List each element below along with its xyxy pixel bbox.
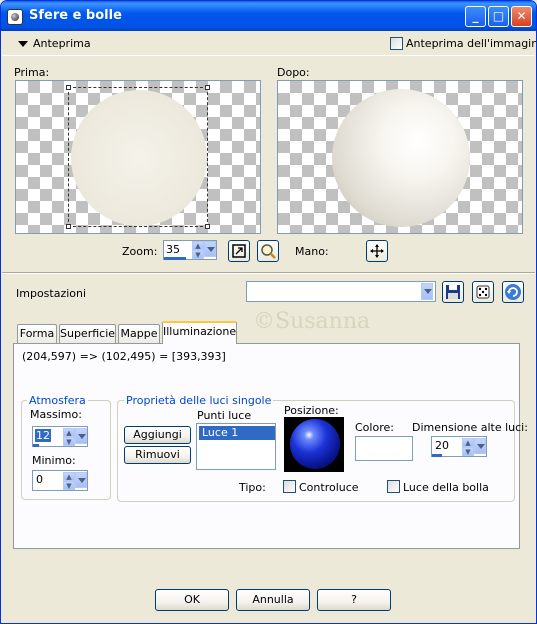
pan-button[interactable] [366, 240, 388, 262]
preview-header[interactable]: Anteprima Anteprima dell'immagine [2, 32, 537, 56]
highlight-spin-down[interactable]: ▼ [462, 447, 474, 456]
window-title: Sfere e bolle [29, 8, 122, 23]
ambient-group-title: Atmosfera [27, 394, 88, 407]
type-label: Tipo: [239, 481, 266, 494]
bubble-light-label: Luce della bolla [403, 481, 489, 494]
max-spin-down[interactable]: ▼ [63, 437, 75, 446]
settings-label: Impostazioni [16, 287, 87, 300]
selection-rectangle[interactable] [66, 85, 210, 229]
min-spin-down[interactable]: ▼ [63, 481, 75, 490]
tab-mappe[interactable]: Mappe [118, 324, 160, 343]
image-preview-checkbox-label: Anteprima dell'immagine [406, 37, 537, 50]
zoom-dropdown-button[interactable] [204, 241, 216, 257]
ok-button[interactable]: OK [155, 589, 229, 611]
tab-forma[interactable]: Forma [17, 324, 57, 343]
pan-label: Mano: [295, 245, 329, 258]
sphere-bubble-dialog: Sfere e bolle _ □ ✕ Anteprima Anteprima … [0, 0, 537, 624]
single-lights-group-title: Proprietà delle luci singole [124, 394, 274, 407]
title-bar[interactable]: Sfere e bolle _ □ ✕ [1, 1, 536, 31]
dice-icon [476, 285, 490, 299]
after-label: Dopo: [277, 66, 310, 79]
move-icon [370, 244, 384, 258]
max-value[interactable]: 12 [35, 429, 51, 442]
highlight-dropdown-button[interactable] [474, 438, 486, 454]
light-position-preview[interactable] [284, 417, 344, 472]
divider [2, 273, 535, 274]
reset-icon [505, 284, 521, 300]
help-button[interactable]: ? [317, 589, 391, 611]
remove-light-button[interactable]: Rimuovi [124, 446, 191, 464]
list-item[interactable]: Luce 1 [199, 426, 275, 440]
min-value[interactable]: 0 [36, 473, 43, 486]
magnifier-icon [261, 244, 276, 259]
light-points-list[interactable]: Luce 1 [196, 423, 276, 470]
color-label: Colore: [355, 421, 394, 434]
backlight-label: Controluce [299, 481, 359, 494]
preset-select[interactable] [246, 281, 436, 302]
highlight-spin-up[interactable]: ▲ [462, 438, 474, 447]
zoom-label: Zoom: [122, 245, 158, 258]
max-dropdown-button[interactable] [75, 428, 87, 444]
maximize-button[interactable]: □ [488, 6, 509, 27]
coordinates-text: (204,597) => (102,495) = [393,393] [22, 350, 226, 363]
preview-header-label: Anteprima [33, 37, 91, 50]
highlight-slider-bar[interactable] [432, 454, 442, 457]
zoom-value[interactable]: 35 [166, 243, 180, 256]
save-preset-button[interactable] [442, 281, 464, 303]
selection-handle[interactable] [66, 85, 71, 90]
max-label: Massimo: [30, 408, 82, 421]
zoom-spin-up[interactable]: ▲ [192, 241, 204, 250]
cancel-button[interactable]: Annulla [236, 589, 310, 611]
before-label: Prima: [14, 66, 50, 79]
position-label: Posizione: [284, 404, 339, 417]
max-slider-bar[interactable] [33, 444, 39, 447]
tab-illuminazione[interactable]: Illuminazione [162, 321, 237, 344]
minimize-button[interactable]: _ [465, 6, 486, 27]
tab-superficie[interactable]: Superficie [59, 324, 116, 343]
image-preview-checkbox[interactable] [390, 37, 403, 50]
preset-dropdown-button[interactable] [421, 283, 433, 300]
before-preview[interactable] [15, 80, 261, 234]
highlight-size-label: Dimensione alte luci: [412, 421, 528, 434]
light-color-swatch[interactable] [355, 436, 413, 461]
light-points-label: Punti luce [197, 409, 252, 422]
backlight-checkbox[interactable] [283, 480, 296, 493]
reset-button[interactable] [502, 281, 524, 303]
bubble-light-checkbox[interactable] [387, 480, 400, 493]
after-preview[interactable] [277, 80, 523, 234]
zoom-fit-icon [232, 244, 246, 258]
chevron-down-icon[interactable] [18, 41, 28, 47]
watermark-text: ©Susanna [253, 309, 371, 334]
zoom-magnifier-button[interactable] [257, 240, 279, 262]
after-sphere-image [332, 89, 470, 227]
selection-handle[interactable] [205, 224, 210, 229]
min-dropdown-button[interactable] [75, 472, 87, 488]
zoom-spin-down[interactable]: ▼ [192, 250, 204, 259]
zoom-to-fit-button[interactable] [228, 240, 250, 262]
highlight-size-value[interactable]: 20 [435, 439, 449, 452]
selection-handle[interactable] [66, 224, 71, 229]
add-light-button[interactable]: Aggiungi [124, 426, 191, 444]
light-sphere-image [290, 419, 340, 469]
app-icon [7, 9, 23, 25]
zoom-slider-bar[interactable] [164, 257, 186, 260]
close-button[interactable]: ✕ [511, 6, 532, 27]
floppy-icon [446, 285, 460, 299]
min-spin-up[interactable]: ▲ [63, 472, 75, 481]
randomize-button[interactable] [472, 281, 494, 303]
selection-handle[interactable] [205, 85, 210, 90]
max-spin-up[interactable]: ▲ [63, 428, 75, 437]
min-label: Minimo: [32, 454, 76, 467]
